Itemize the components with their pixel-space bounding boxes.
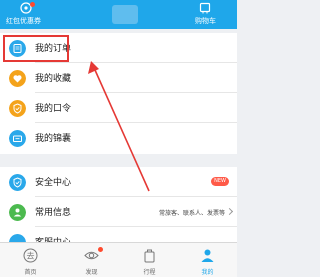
tab-mine[interactable]: 我的 bbox=[184, 243, 231, 277]
tab-label: 行程 bbox=[143, 269, 156, 276]
tab-label: 我的 bbox=[201, 269, 214, 276]
notification-dot bbox=[98, 247, 103, 252]
luggage-icon bbox=[144, 249, 155, 263]
person-icon bbox=[201, 249, 214, 262]
tab-label: 首页 bbox=[24, 269, 37, 276]
tab-itinerary[interactable]: 行程 bbox=[126, 243, 173, 277]
eye-icon bbox=[84, 251, 99, 260]
annotation-arrow bbox=[88, 61, 150, 192]
tab-label: 发现 bbox=[85, 269, 98, 276]
tab-discover[interactable]: 发现 bbox=[68, 243, 115, 277]
tab-home[interactable]: 去 首页 bbox=[7, 243, 54, 277]
bottom-tab-bar: 去 首页 发现 行程 我的 bbox=[0, 242, 237, 277]
home-icon: 去 bbox=[23, 248, 38, 263]
svg-text:去: 去 bbox=[27, 251, 35, 261]
